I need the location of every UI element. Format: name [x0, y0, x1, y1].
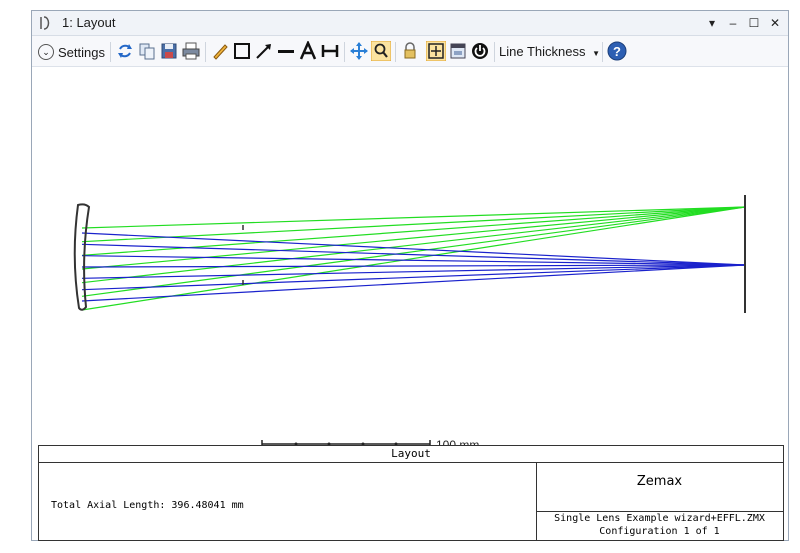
maximize-button[interactable]: ☐ [745, 14, 763, 32]
dropdown-arrow-icon: ▼ [592, 49, 601, 58]
toolbar-separator [602, 42, 603, 62]
pan-icon[interactable] [349, 41, 369, 61]
rectangle-icon[interactable] [232, 41, 252, 61]
line-thickness-label: Line Thickness [499, 44, 586, 59]
blue-ray [81, 243, 746, 266]
text-icon[interactable] [298, 41, 318, 61]
brand-label: Zemax [536, 462, 783, 512]
title-bar: 1: Layout ▾ – ☐ ✕ [32, 11, 788, 36]
green-ray [81, 206, 746, 311]
footer-header: Layout [39, 446, 783, 463]
toolbar: ⌄ Settings Line Thickness ▼ ? [32, 36, 788, 67]
minimize-button[interactable]: – [724, 14, 742, 32]
window-title: 1: Layout [62, 15, 116, 30]
layout-footer: Layout Total Axial Length: 396.48041 mm … [38, 445, 784, 541]
configuration-label: Configuration 1 of 1 [599, 526, 720, 537]
green-ray [81, 206, 746, 256]
toolbar-separator [494, 42, 495, 62]
svg-text:?: ? [613, 44, 621, 59]
line-icon[interactable] [276, 41, 296, 61]
footer-info-cell: Total Axial Length: 396.48041 mm [39, 462, 537, 540]
help-icon[interactable]: ? [607, 41, 627, 61]
file-name: Single Lens Example wizard+EFFL.ZMX [554, 513, 765, 524]
copy-icon[interactable] [137, 41, 157, 61]
green-ray-fan [81, 206, 746, 311]
toolbar-separator [395, 42, 396, 62]
settings-button[interactable]: ⌄ Settings [38, 42, 105, 62]
arrow-icon[interactable] [254, 41, 274, 61]
chevron-down-icon: ⌄ [38, 44, 54, 60]
toolbar-separator [110, 42, 111, 62]
layout-window: 1: Layout ▾ – ☐ ✕ ⌄ Settings Line Thickn… [31, 10, 789, 541]
toolbar-separator [205, 42, 206, 62]
pencil-icon[interactable] [210, 41, 230, 61]
lens-element [73, 203, 91, 311]
fit-icon[interactable] [426, 41, 446, 61]
toolbar-separator [344, 42, 345, 62]
refresh-icon[interactable] [115, 41, 135, 61]
save-icon[interactable] [159, 41, 179, 61]
blue-ray-fan [81, 232, 746, 302]
layout-window-icon [40, 16, 50, 30]
zoom-icon[interactable] [371, 41, 391, 61]
file-info: Single Lens Example wizard+EFFL.ZMX Conf… [536, 512, 783, 540]
print-icon[interactable] [181, 41, 201, 61]
layout-plot[interactable]: 100 mm [38, 67, 784, 447]
total-axial-length: Total Axial Length: 396.48041 mm [51, 500, 244, 511]
lock-icon[interactable] [400, 41, 420, 61]
line-thickness-dropdown[interactable]: Line Thickness ▼ [499, 42, 600, 62]
close-button[interactable]: ✕ [766, 14, 784, 32]
reset-icon[interactable] [470, 41, 490, 61]
settings-label: Settings [58, 44, 105, 60]
window-icon[interactable] [448, 41, 468, 61]
blue-ray [81, 264, 746, 291]
window-menu-button[interactable]: ▾ [703, 14, 721, 32]
dimension-icon[interactable] [320, 41, 340, 61]
